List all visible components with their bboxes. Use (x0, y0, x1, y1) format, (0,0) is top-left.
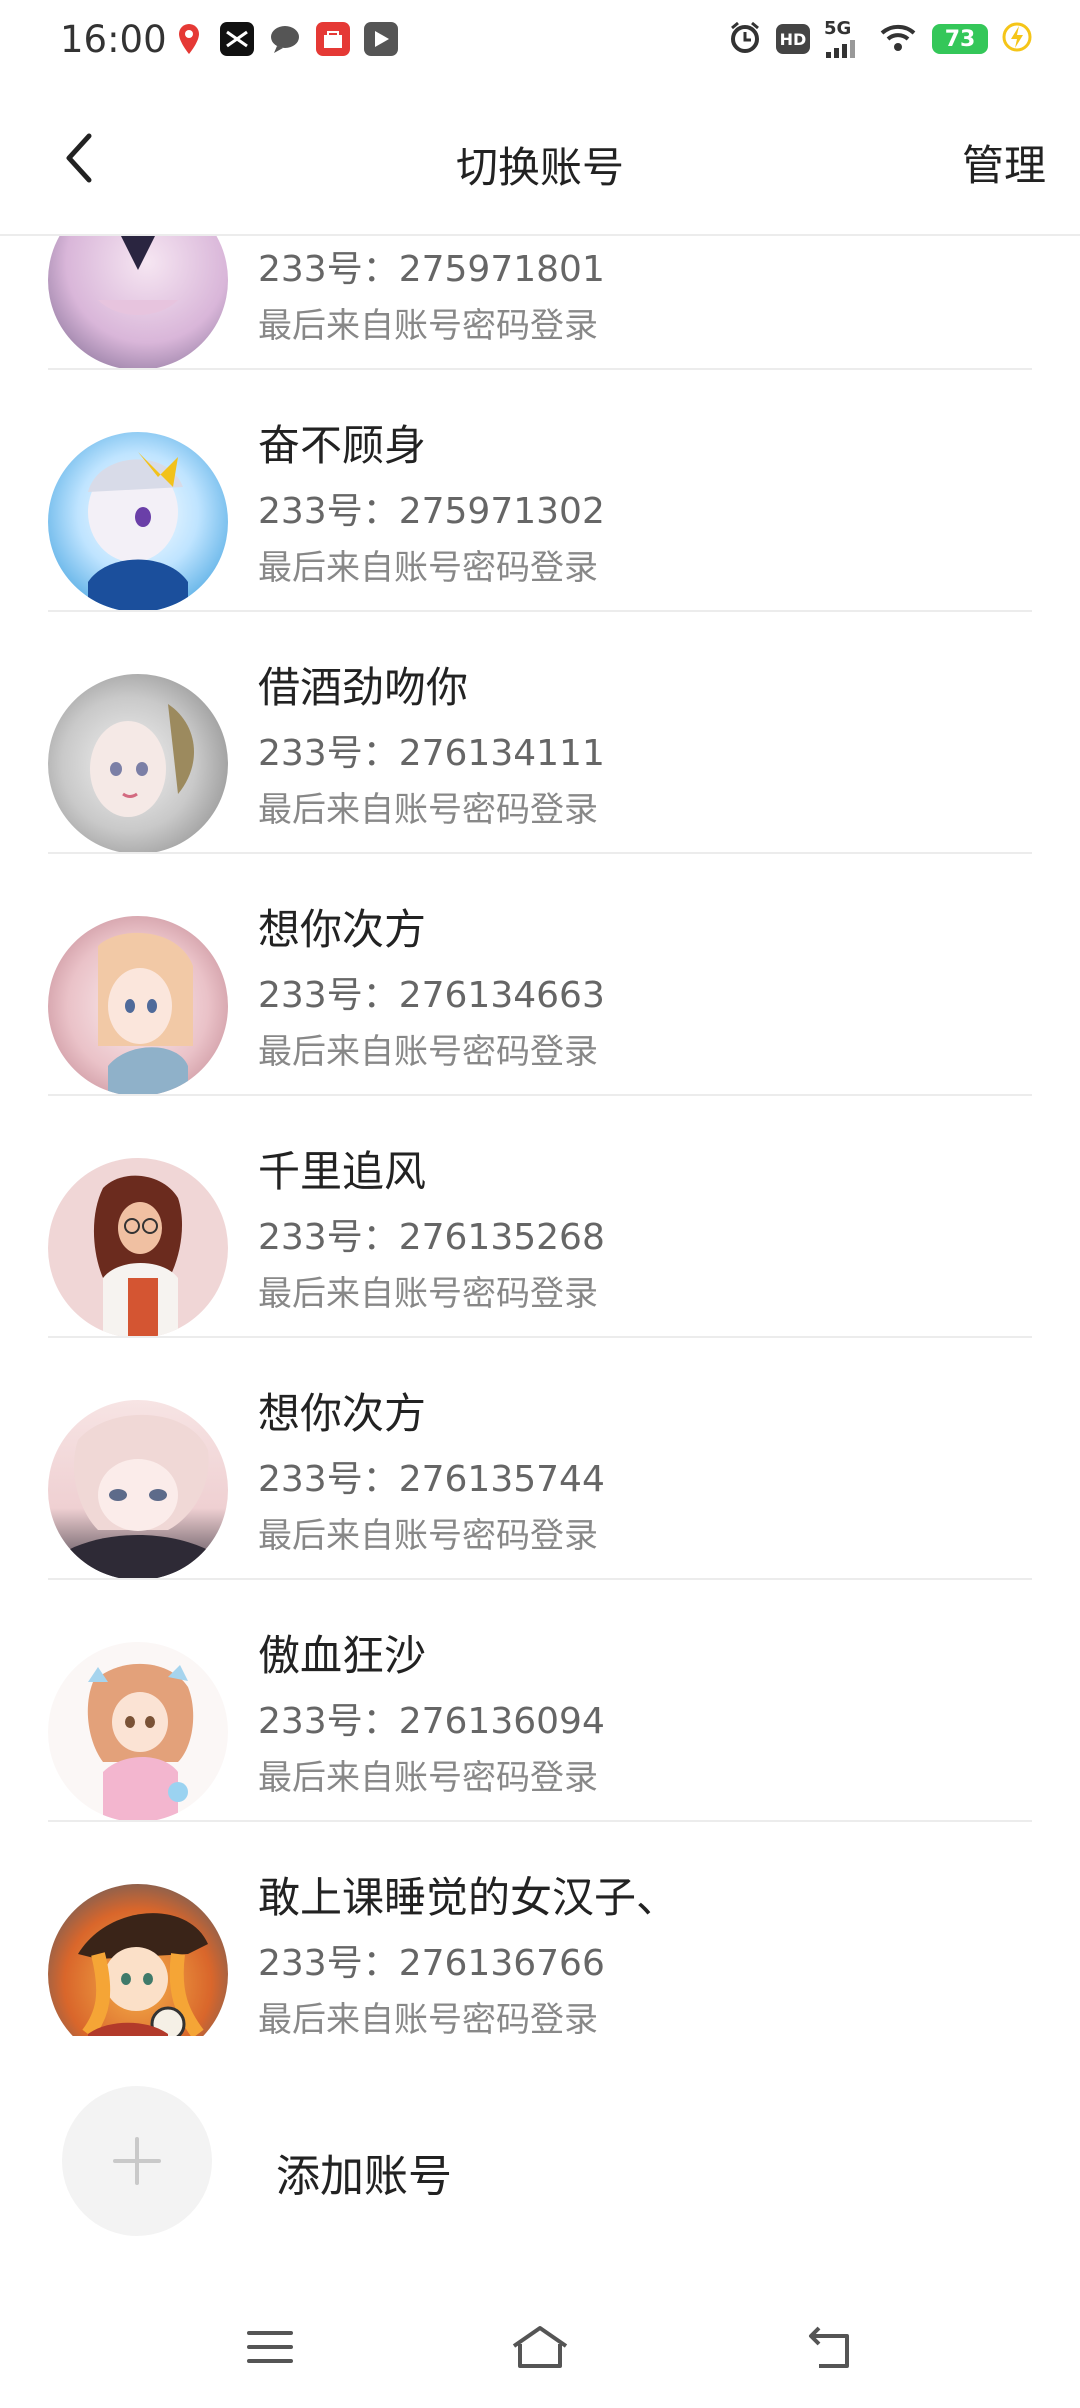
menu-icon (247, 2331, 293, 2363)
avatar (48, 1884, 228, 2036)
avatar (48, 1158, 228, 1338)
avatar (48, 916, 228, 1096)
status-time: 16:00 (60, 18, 167, 61)
add-account-label[interactable]: 添加账号 (276, 2140, 452, 2204)
account-row[interactable]: 傲血狂沙 233号：276136094 最后来自账号密码登录 (0, 1580, 1080, 1822)
account-id: 233号：276134663 (258, 975, 605, 1016)
account-name: 奋不顾身 (258, 421, 427, 470)
account-name: 想你次方 (258, 1389, 427, 1438)
account-login-method: 最后来自账号密码登录 (258, 790, 598, 830)
avatar (48, 1642, 228, 1822)
message-icon (268, 22, 302, 56)
back-icon (809, 2326, 849, 2368)
account-id: 233号：276134111 (258, 733, 605, 774)
account-row[interactable]: 千里追风 233号：276135268 最后来自账号密码登录 (0, 1096, 1080, 1338)
account-id: 233号：275971801 (258, 249, 605, 290)
account-id: 233号：276135744 (258, 1459, 605, 1500)
location-icon (172, 22, 206, 56)
account-id: 233号：276135268 (258, 1217, 605, 1258)
shop-icon (316, 22, 350, 56)
account-name: 借酒劲吻你 (258, 663, 469, 712)
account-login-method: 最后来自账号密码登录 (258, 548, 598, 588)
account-login-method: 最后来自账号密码登录 (258, 306, 598, 346)
account-row[interactable]: 233号：275971801 最后来自账号密码登录 (0, 236, 1080, 370)
signal-icon: 5G (824, 20, 864, 58)
back-nav-button[interactable] (790, 2312, 870, 2382)
switch-account-screen: 16:00 HD 5G 73 切换账号 管理 233号：275971801 最后… (0, 0, 1080, 2408)
avatar (48, 236, 228, 370)
hd-icon: HD (776, 24, 810, 54)
account-list[interactable]: 233号：275971801 最后来自账号密码登录 奋不顾身 233号：2759… (0, 236, 1080, 2036)
network-type: 5G (824, 18, 852, 39)
account-id: 233号：276136766 (258, 1943, 605, 1984)
account-row[interactable]: 借酒劲吻你 233号：276134111 最后来自账号密码登录 (0, 612, 1080, 854)
battery-icon: 73 (932, 24, 988, 54)
alarm-icon (728, 20, 762, 58)
account-name: 傲血狂沙 (258, 1631, 427, 1680)
avatar (48, 432, 228, 612)
page-title: 切换账号 (455, 143, 624, 192)
account-login-method: 最后来自账号密码登录 (258, 2000, 598, 2036)
account-row[interactable]: 敢上课睡觉的女汉子、 233号：276136766 最后来自账号密码登录 (0, 1822, 1080, 2036)
video-icon (364, 22, 398, 56)
top-nav-bar: 切换账号 管理 (0, 86, 1080, 236)
plus-icon (113, 2137, 161, 2185)
charging-icon (1002, 20, 1032, 58)
account-name: 敢上课睡觉的女汉子、 (258, 1873, 679, 1922)
account-id: 233号：276136094 (258, 1701, 605, 1742)
home-button[interactable] (500, 2312, 580, 2382)
account-login-method: 最后来自账号密码登录 (258, 1516, 598, 1556)
add-account-button[interactable] (62, 2086, 212, 2236)
account-name: 千里追风 (258, 1147, 427, 1196)
capcut-icon (220, 22, 254, 56)
menu-button[interactable] (230, 2312, 310, 2382)
account-row[interactable]: 想你次方 233号：276134663 最后来自账号密码登录 (0, 854, 1080, 1096)
account-login-method: 最后来自账号密码登录 (258, 1032, 598, 1072)
status-bar: 16:00 HD 5G 73 (0, 0, 1080, 86)
system-navigation-bar (0, 2290, 1080, 2408)
account-row[interactable]: 想你次方 233号：276135744 最后来自账号密码登录 (0, 1338, 1080, 1580)
account-name: 想你次方 (258, 905, 427, 954)
account-id: 233号：275971302 (258, 491, 605, 532)
account-row[interactable]: 奋不顾身 233号：275971302 最后来自账号密码登录 (0, 370, 1080, 612)
notification-icons (172, 22, 398, 56)
manage-button[interactable]: 管理 (962, 132, 1046, 193)
system-icons: HD 5G 73 (728, 20, 1032, 58)
avatar (48, 1400, 228, 1580)
home-icon (512, 2326, 568, 2368)
account-login-method: 最后来自账号密码登录 (258, 1758, 598, 1798)
account-login-method: 最后来自账号密码登录 (258, 1274, 598, 1314)
avatar (48, 674, 228, 854)
wifi-icon (878, 21, 918, 57)
